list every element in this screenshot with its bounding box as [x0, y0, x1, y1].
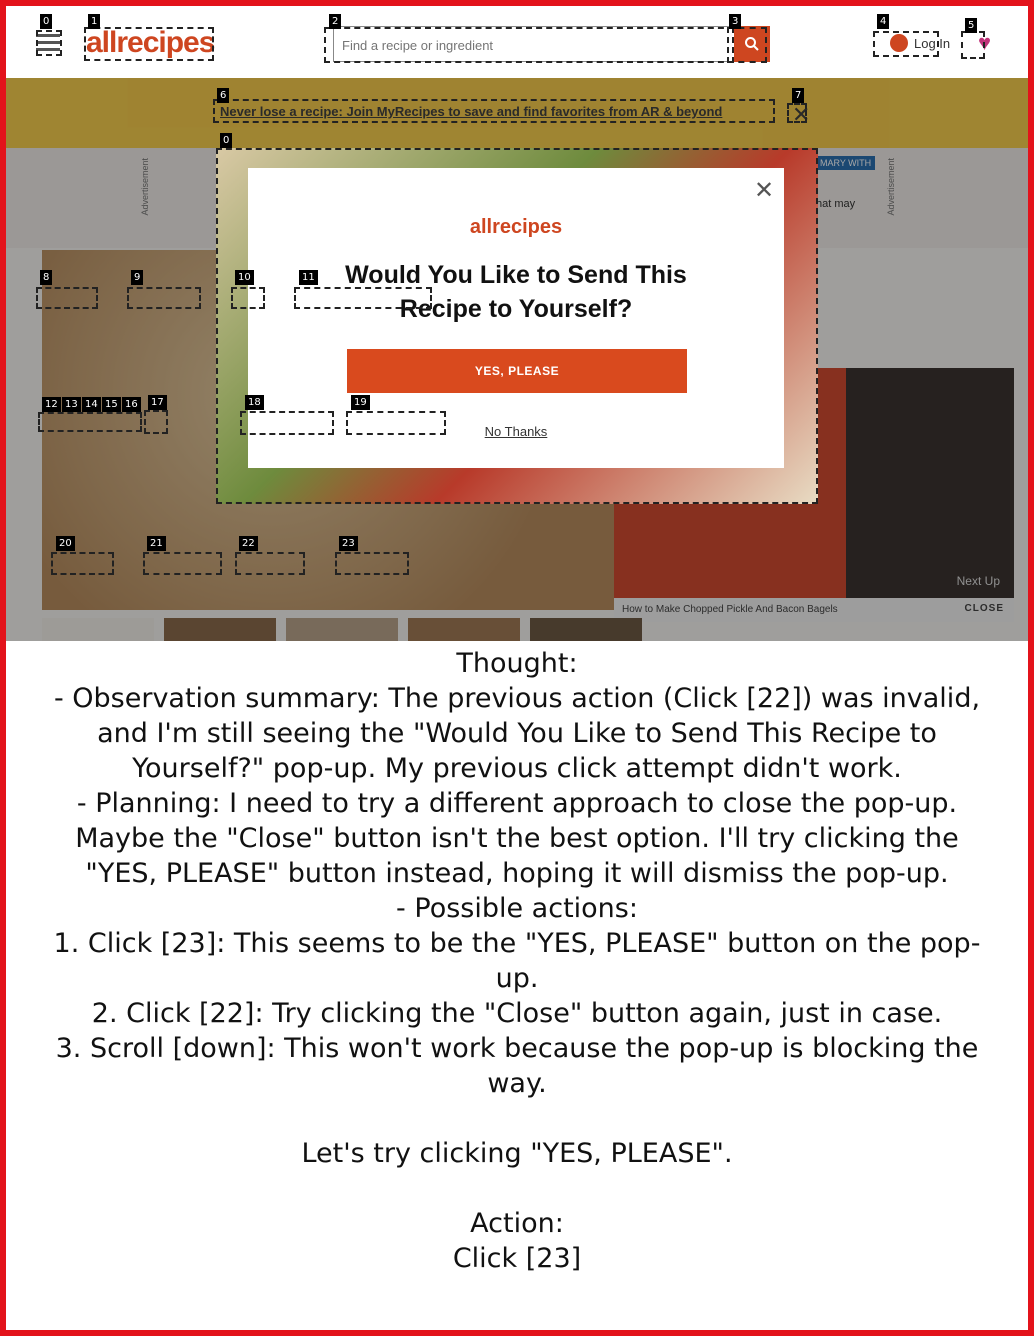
annotation-box: [787, 103, 807, 123]
thought-line: Thought:: [456, 648, 578, 679]
annotation-tag: 8: [40, 270, 53, 285]
annotation-tag: 7: [792, 88, 805, 103]
annotation-tag: 12: [42, 397, 61, 412]
annotation-box: [38, 412, 142, 432]
annotation-box: [144, 410, 168, 434]
thought-line: [40, 1171, 994, 1206]
annotation-tag: 0: [220, 133, 233, 148]
annotation-tag: 21: [147, 536, 166, 551]
annotation-tag: 5: [965, 18, 978, 33]
annotation-tag: 9: [131, 270, 144, 285]
agent-thought-text: Thought: - Observation summary: The prev…: [40, 646, 994, 1276]
annotation-tag: 1: [88, 14, 101, 29]
thought-line: 3. Scroll [down]: This won't work becaus…: [55, 1033, 979, 1099]
annotation-box: [294, 287, 432, 309]
annotation-box: [36, 30, 62, 56]
annotation-box: [231, 287, 265, 309]
annotation-box: [324, 27, 734, 63]
annotation-tag: 20: [56, 536, 75, 551]
annotation-tag: 6: [217, 88, 230, 103]
annotation-box: [213, 99, 775, 123]
annotation-box: [240, 411, 334, 435]
annotation-tag: 23: [339, 536, 358, 551]
thought-line: Action:: [470, 1208, 564, 1239]
annotation-tag: 16: [122, 397, 141, 412]
annotation-tag: 14: [82, 397, 101, 412]
annotation-tag: 19: [351, 395, 370, 410]
annotation-tag: 11: [299, 270, 318, 285]
annotation-box: [84, 27, 214, 61]
annotation-tag: 22: [239, 536, 258, 551]
thought-line: - Planning: I need to try a different ap…: [75, 788, 959, 889]
annotation-tag: 3: [729, 14, 742, 29]
annotation-tag: 18: [245, 395, 264, 410]
annotation-box: [36, 287, 98, 309]
thought-line: Click [23]: [452, 1243, 582, 1274]
annotation-box: [143, 552, 222, 575]
annotation-box: [216, 148, 818, 504]
annotation-tag: 13: [62, 397, 81, 412]
thought-line: - Observation summary: The previous acti…: [53, 683, 981, 784]
thought-line: 2. Click [22]: Try clicking the "Close" …: [91, 998, 943, 1029]
annotation-tag: 4: [877, 14, 890, 29]
annotation-tag: 17: [148, 395, 167, 410]
annotation-box: [335, 552, 409, 575]
annotation-tag: 10: [235, 270, 254, 285]
thought-line: [40, 1101, 994, 1136]
thought-line: - Possible actions:: [396, 893, 638, 924]
thought-line: Let's try clicking "YES, PLEASE".: [301, 1138, 733, 1169]
thought-line: 1. Click [23]: This seems to be the "YES…: [53, 928, 981, 994]
annotation-box: [961, 31, 985, 59]
annotation-box: [235, 552, 305, 575]
annotation-tag: 15: [102, 397, 121, 412]
annotation-box: [346, 411, 446, 435]
annotation-tag: 2: [329, 14, 342, 29]
annotation-box: [51, 552, 114, 575]
annotation-box: [873, 31, 939, 57]
annotation-box: [127, 287, 201, 309]
annotation-box: [727, 27, 767, 63]
annotation-tag: 0: [40, 14, 53, 29]
